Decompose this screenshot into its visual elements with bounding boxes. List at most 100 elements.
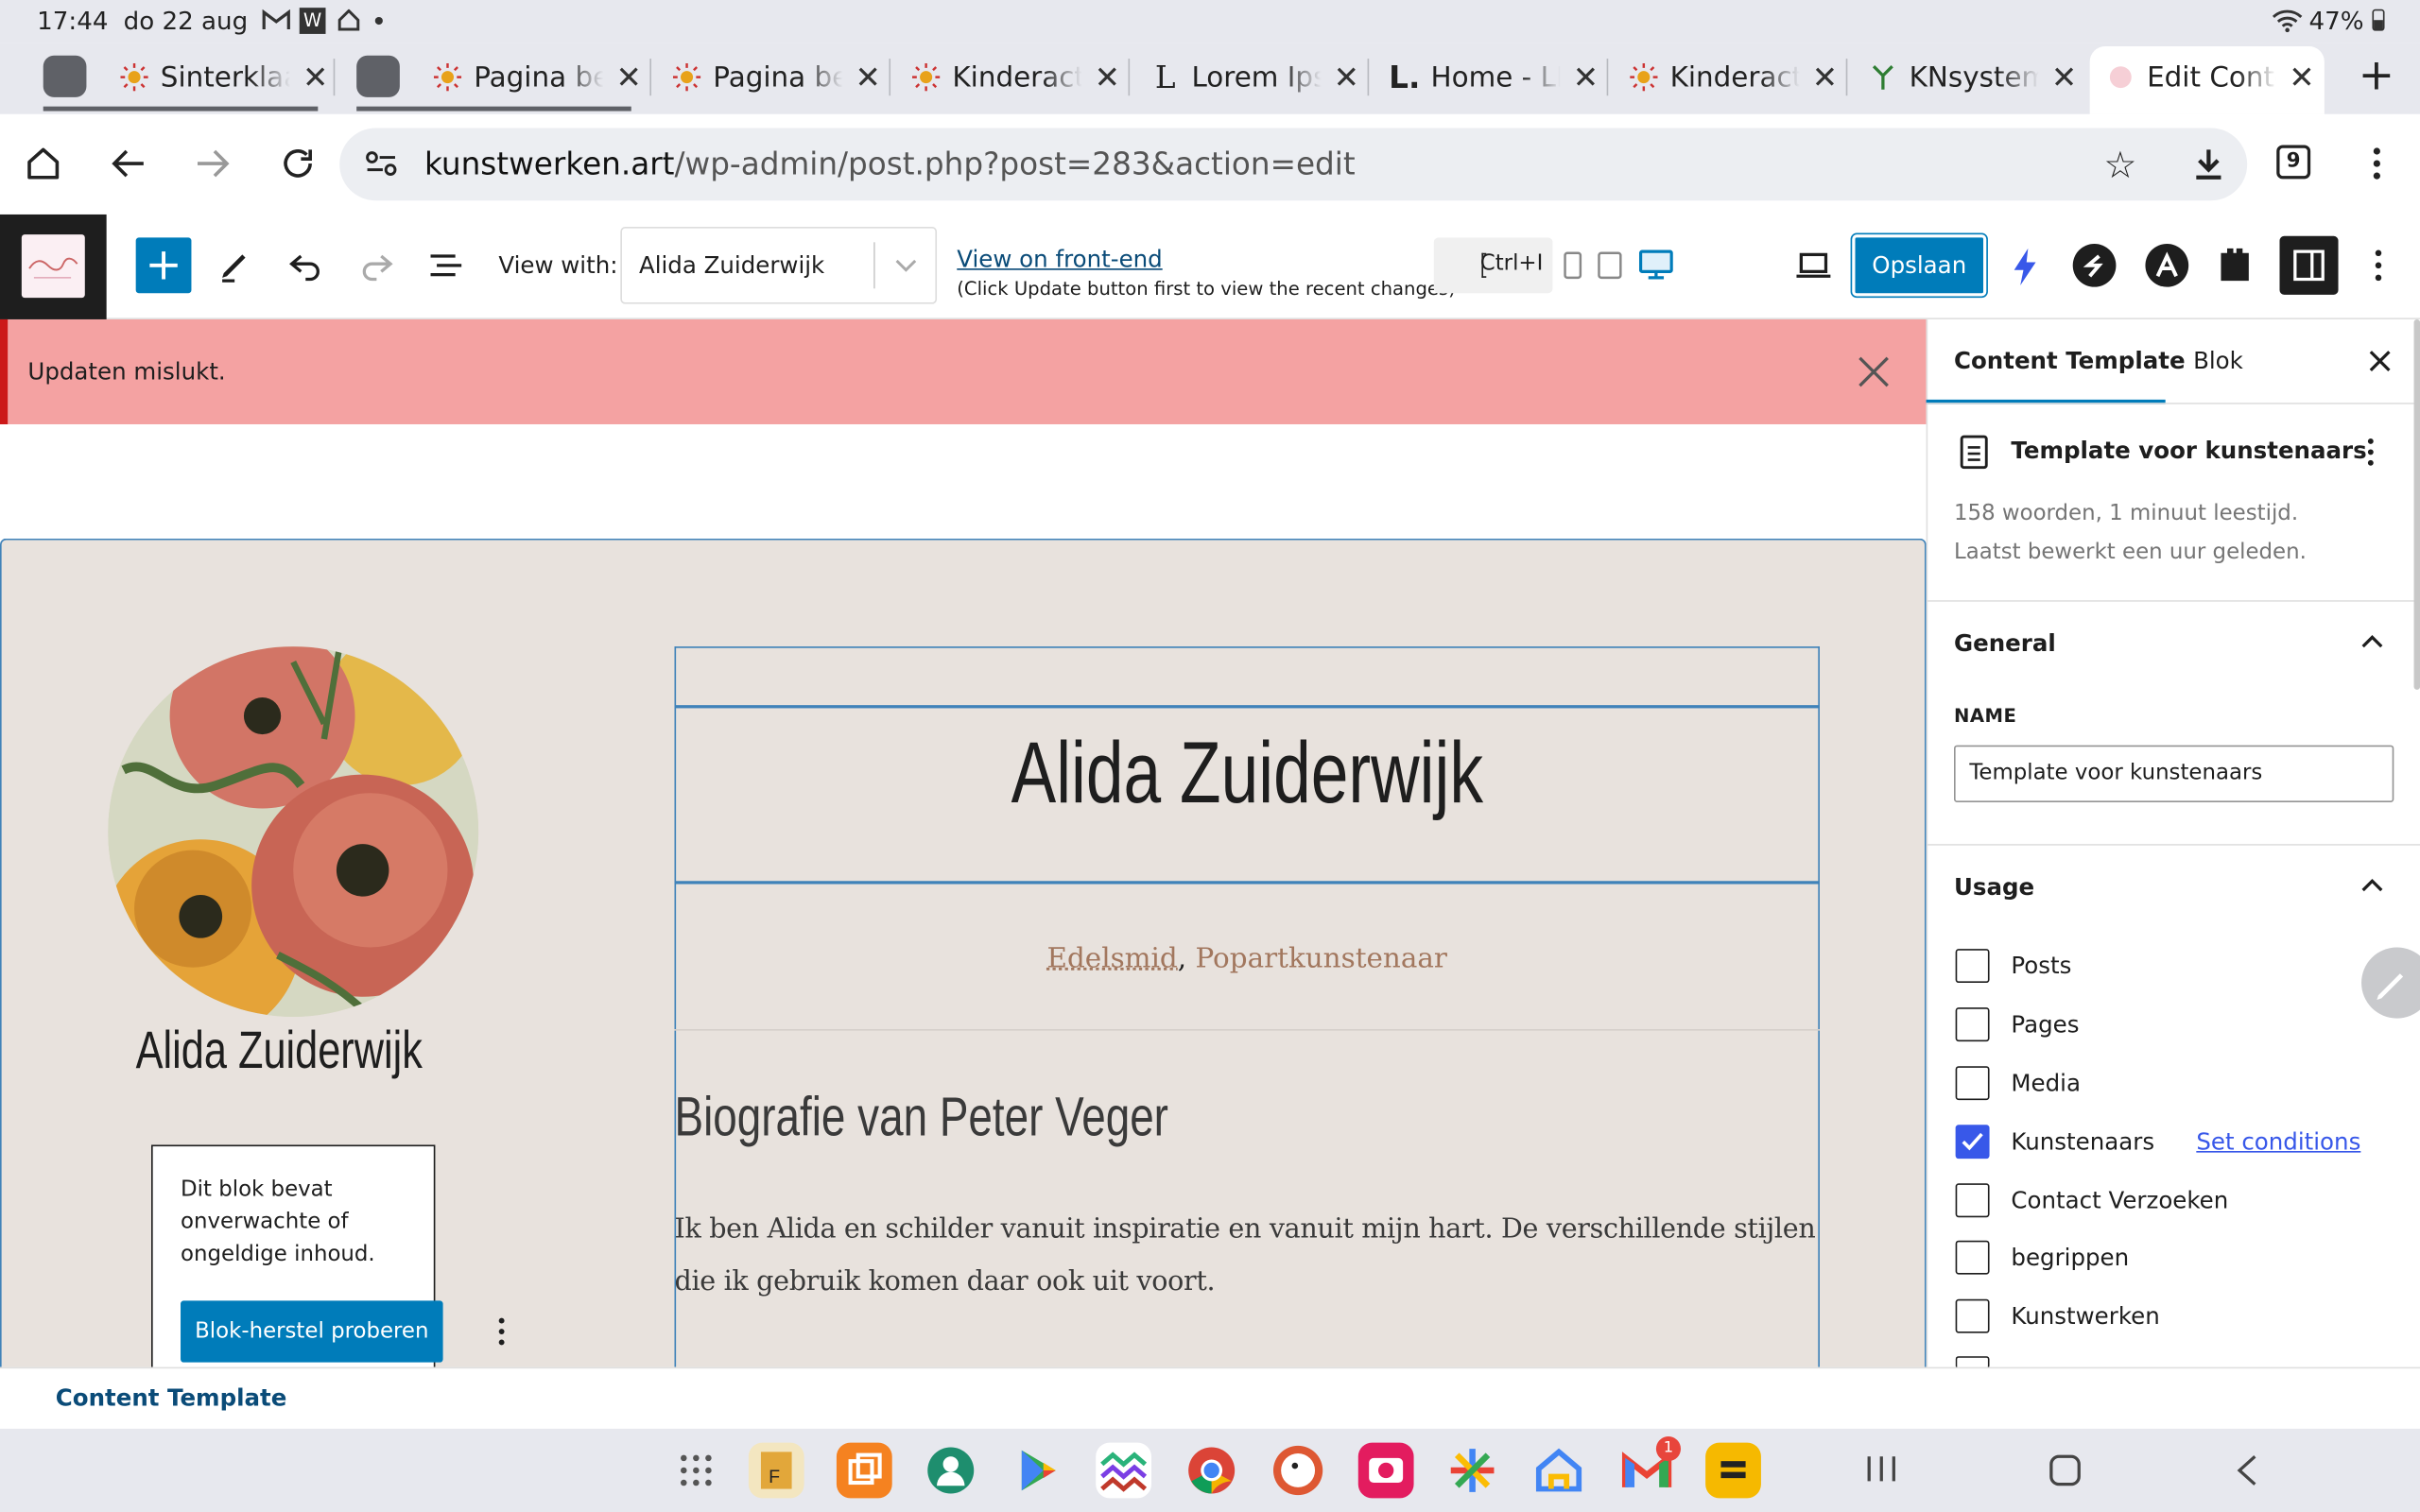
tab-content-template[interactable]: Content Template — [1954, 347, 2186, 374]
close-tab-icon[interactable]: ✕ — [1095, 59, 1120, 95]
home-nav-icon[interactable] — [2048, 1453, 2083, 1487]
redo-icon[interactable] — [358, 247, 395, 284]
browser-tab[interactable]: Kinderacts✕ — [1630, 49, 1838, 105]
preview-laptop-icon[interactable] — [1795, 249, 1832, 281]
document-overview-icon[interactable] — [427, 247, 464, 284]
breadcrumb-item[interactable]: Content Template — [56, 1384, 287, 1412]
home-icon[interactable] — [25, 145, 61, 181]
copy-app-icon[interactable] — [836, 1442, 892, 1499]
checkbox-begrippen[interactable] — [1955, 1240, 1990, 1275]
duckduckgo-icon[interactable] — [1270, 1443, 1326, 1499]
checkbox-contact-verzoeken[interactable] — [1955, 1183, 1990, 1218]
sidebar-scrollbar[interactable] — [2413, 318, 2420, 690]
checkbox-kunstenaars[interactable] — [1955, 1125, 1990, 1160]
google-home-icon[interactable] — [1531, 1443, 1587, 1499]
contacts-app-icon[interactable] — [923, 1443, 978, 1499]
play-store-icon[interactable] — [1010, 1443, 1065, 1499]
plugin-block-icon[interactable] — [2218, 246, 2252, 283]
plugin-s-icon[interactable] — [2072, 243, 2117, 287]
recent-apps-icon[interactable] — [1864, 1453, 1898, 1485]
chevron-up-icon[interactable] — [2360, 876, 2384, 895]
tab-block[interactable]: Blok — [2193, 347, 2243, 374]
gmail-icon[interactable]: 1 — [1619, 1436, 1682, 1499]
mobile-preview-icon[interactable] — [1564, 251, 1582, 280]
close-notice-icon[interactable] — [1857, 355, 1891, 389]
attempt-block-recovery-button[interactable]: Blok-herstel proberen — [181, 1300, 443, 1363]
tab-switcher-button[interactable]: 9 — [2276, 145, 2311, 180]
download-icon[interactable] — [2190, 145, 2227, 181]
back-icon[interactable] — [110, 145, 147, 181]
desktop-preview-icon[interactable] — [1638, 249, 1673, 281]
browser-tab[interactable]: Pagina bew✕ — [433, 49, 642, 105]
usage-panel-title[interactable]: Usage — [1954, 873, 2034, 901]
view-with-select[interactable]: Alida Zuiderwijk — [620, 227, 938, 304]
close-tab-icon[interactable]: ✕ — [615, 59, 641, 95]
title-block[interactable]: Alida Zuiderwijk — [674, 722, 1819, 822]
checkbox-pages[interactable] — [1955, 1007, 1990, 1042]
chevron-up-icon[interactable] — [2360, 632, 2384, 651]
chrome-icon[interactable] — [1184, 1443, 1239, 1499]
browser-menu-icon[interactable] — [2371, 145, 2383, 181]
browser-tab[interactable]: Sinterklaas✕ — [120, 49, 328, 105]
browser-tab-active[interactable]: Edit Conten✕ — [2107, 49, 2315, 105]
profile-image[interactable] — [108, 646, 479, 1017]
chevron-down-icon — [893, 256, 918, 275]
site-logo-button[interactable] — [0, 214, 107, 319]
close-tab-icon[interactable]: ✕ — [1573, 59, 1599, 95]
browser-tab[interactable]: L. Home - LIN✕ — [1391, 49, 1599, 105]
close-tab-icon[interactable]: ✕ — [2051, 59, 2077, 95]
browser-tab[interactable]: Kinderacts✕ — [911, 49, 1120, 105]
close-tab-icon[interactable]: ✕ — [1812, 59, 1838, 95]
camera-app-icon[interactable] — [1357, 1442, 1414, 1499]
browser-tab[interactable]: Pagina bew✕ — [672, 49, 881, 105]
bio-paragraph[interactable]: Ik ben Alida en schilder vanuit inspirat… — [674, 1204, 1819, 1309]
close-tab-icon[interactable]: ✕ — [2289, 59, 2314, 95]
set-conditions-link[interactable]: Set conditions — [2196, 1128, 2360, 1156]
settings-sidebar-toggle[interactable] — [2279, 235, 2339, 295]
bookmark-star-icon[interactable]: ☆ — [2103, 144, 2136, 187]
plugin-a-icon[interactable] — [2145, 243, 2189, 287]
close-sidebar-icon[interactable] — [2368, 349, 2393, 373]
options-menu-icon[interactable] — [2374, 249, 2383, 283]
back-nav-icon[interactable] — [2235, 1453, 2259, 1487]
canvas-header-space — [0, 423, 1927, 541]
subtitle-term-2[interactable]: Popartkunstenaar — [1195, 943, 1446, 975]
view-on-front-end-link[interactable]: View on front-end — [957, 246, 1162, 273]
pinwheel-app-icon[interactable] — [1444, 1443, 1500, 1499]
app-drawer-icon[interactable] — [679, 1453, 713, 1487]
checkbox-media[interactable] — [1955, 1066, 1990, 1101]
template-options-icon[interactable] — [2366, 437, 2376, 468]
lightning-icon[interactable] — [2010, 247, 2041, 286]
forward-icon[interactable] — [195, 145, 232, 181]
checkbox-posts[interactable] — [1955, 949, 1990, 984]
reload-icon[interactable] — [280, 145, 317, 181]
new-tab-button[interactable]: + — [2359, 52, 2394, 99]
url-text[interactable]: kunstwerken.art/wp-admin/post.php?post=2… — [424, 145, 1356, 181]
block-options-icon[interactable] — [497, 1316, 507, 1348]
files-app-icon[interactable]: F — [748, 1442, 804, 1499]
save-button[interactable]: Opslaan — [1850, 232, 1988, 299]
stocks-app-icon[interactable] — [1096, 1442, 1151, 1499]
tablet-preview-icon[interactable] — [1598, 251, 1622, 280]
undo-icon[interactable] — [287, 247, 324, 284]
name-field[interactable]: Template voor kunstenaars — [1953, 745, 2394, 803]
bio-heading[interactable]: Biografie van Peter Veger — [674, 1085, 1167, 1150]
add-block-button[interactable] — [135, 237, 192, 294]
floating-edit-button[interactable] — [2361, 947, 2420, 1019]
subtitle-term-1[interactable]: Edelsmid — [1047, 943, 1178, 975]
template-name-heading: Template voor kunstenaars — [2011, 437, 2367, 465]
site-settings-icon[interactable] — [364, 148, 398, 180]
tab-group-chip[interactable] — [43, 55, 87, 97]
general-panel-title[interactable]: General — [1954, 629, 2056, 657]
subtitle-block[interactable]: Edelsmid, Popartkunstenaar — [674, 943, 1819, 975]
checkbox-kunstwerken[interactable] — [1955, 1298, 1990, 1333]
pencil-icon[interactable] — [216, 247, 253, 284]
browser-tab[interactable]: KNsystem ✕ — [1869, 49, 2077, 105]
close-tab-icon[interactable]: ✕ — [302, 59, 328, 95]
browser-tab[interactable]: L Lorem Ipsu✕ — [1151, 49, 1359, 105]
close-tab-icon[interactable]: ✕ — [1334, 59, 1359, 95]
tab-group-chip[interactable] — [356, 55, 400, 97]
close-tab-icon[interactable]: ✕ — [856, 59, 881, 95]
notes-app-icon[interactable] — [1705, 1442, 1761, 1499]
tab-separator — [1606, 59, 1609, 96]
